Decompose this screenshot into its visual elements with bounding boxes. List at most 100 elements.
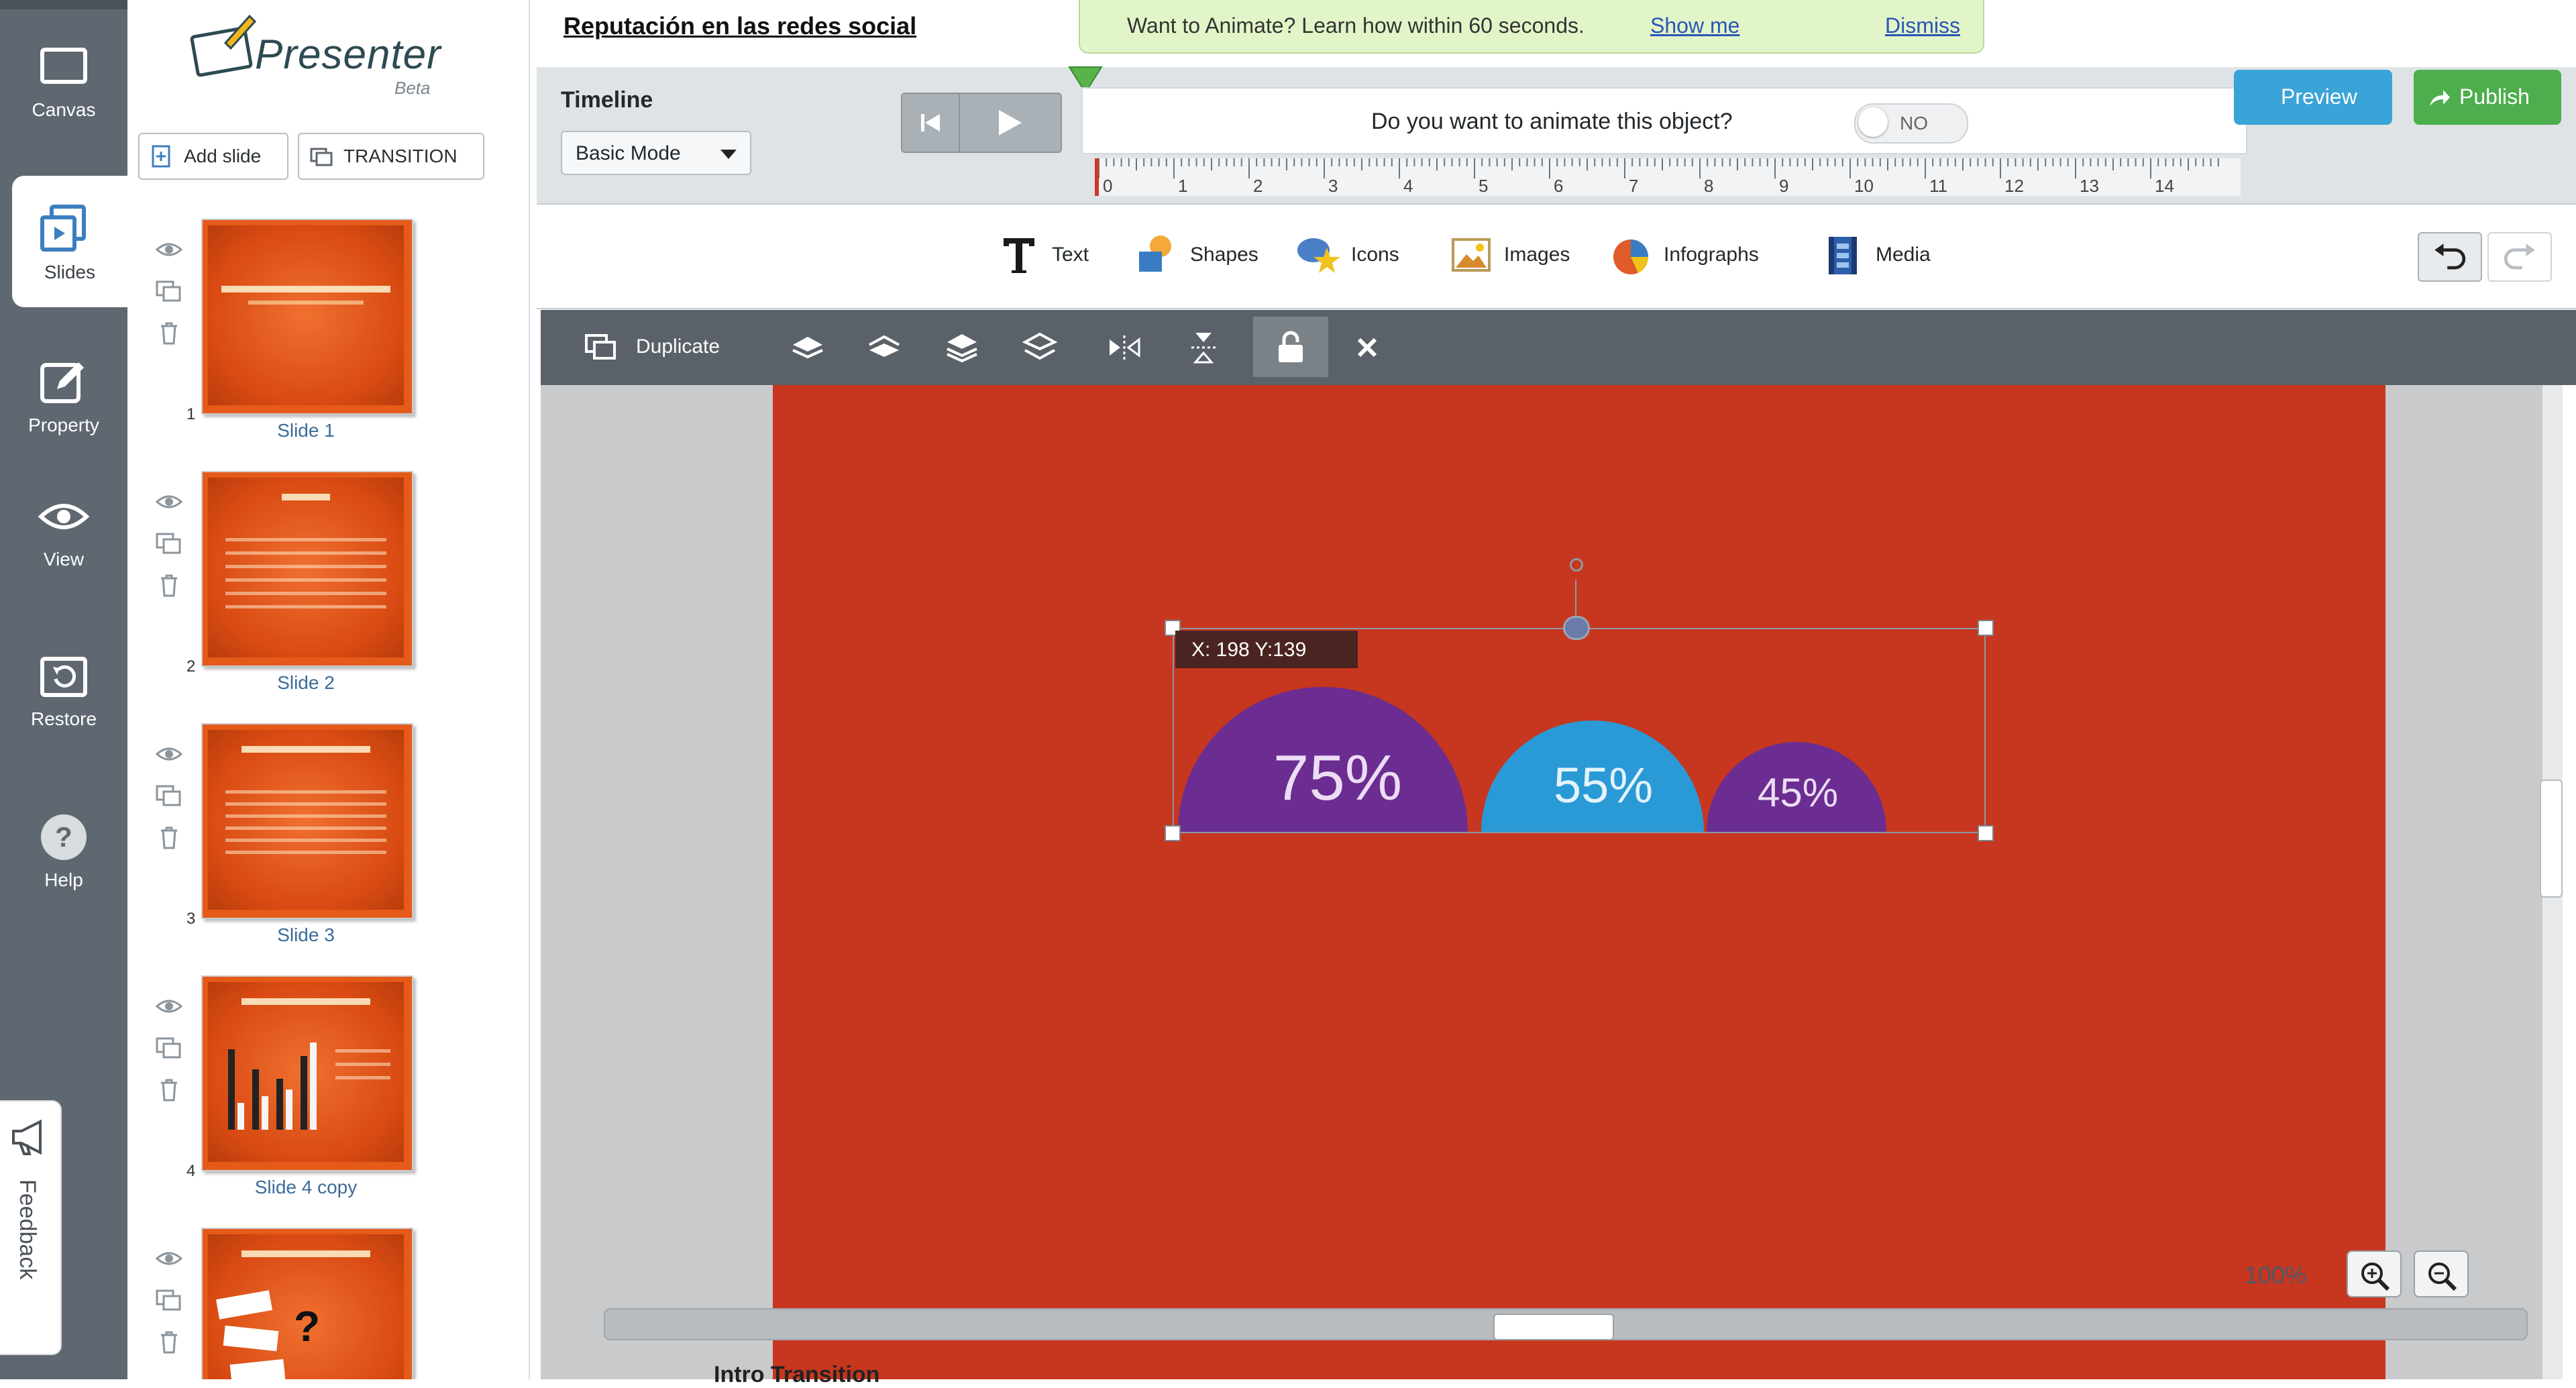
animate-question: Do you want to animate this object? xyxy=(1371,109,1733,134)
duplicate-icon[interactable] xyxy=(154,1033,184,1063)
trash-icon[interactable] xyxy=(154,570,184,600)
bring-forward-button[interactable] xyxy=(865,317,903,377)
horizontal-scroll-thumb[interactable] xyxy=(1493,1314,1614,1340)
add-slide-button[interactable]: Add slide xyxy=(138,133,288,180)
duplicate-icon[interactable] xyxy=(154,1285,184,1315)
vertical-scroll-thumb[interactable] xyxy=(2540,780,2563,898)
trash-icon[interactable] xyxy=(154,318,184,348)
eye-icon[interactable] xyxy=(154,1244,184,1273)
send-backward-button[interactable] xyxy=(943,317,981,377)
resize-handle-bottom-right[interactable] xyxy=(1978,825,1994,841)
slide-thumb-row[interactable]: 2 Slide 2 xyxy=(148,471,483,723)
feedback-tab[interactable]: Feedback xyxy=(0,1100,62,1355)
ruler-label: 10 xyxy=(1854,176,1874,196)
resize-handle-bottom-left[interactable] xyxy=(1165,825,1181,841)
nav-slides[interactable]: Slides xyxy=(12,176,127,307)
preview-button[interactable]: Preview xyxy=(2234,70,2392,125)
add-slide-icon xyxy=(152,145,170,168)
slide-number: 3 xyxy=(186,910,196,928)
zoom-out-button[interactable] xyxy=(2414,1250,2469,1297)
show-me-link[interactable]: Show me xyxy=(1650,13,1739,38)
transition-button[interactable]: TRANSITION xyxy=(298,133,484,180)
send-to-back-button[interactable] xyxy=(1021,317,1059,377)
ruler-label: 5 xyxy=(1479,176,1488,196)
trash-icon[interactable] xyxy=(154,1327,184,1356)
duplicate-icon[interactable] xyxy=(154,529,184,558)
rotation-handle[interactable] xyxy=(1570,558,1583,572)
logo-mark-icon xyxy=(185,12,259,86)
slide-thumbnail[interactable] xyxy=(201,975,413,1171)
rewind-button[interactable] xyxy=(902,94,960,152)
coordinates-tooltip: X: 198 Y:139 xyxy=(1175,631,1358,668)
insert-images-button[interactable]: Images xyxy=(1448,228,1570,282)
nav-help[interactable]: ? Help xyxy=(0,784,127,924)
insert-icons-button[interactable]: Icons xyxy=(1295,228,1399,282)
nav-restore[interactable]: Restore xyxy=(0,623,127,763)
slide-thumb-row[interactable]: 1 Slide 1 xyxy=(148,219,483,470)
flip-vertical-button[interactable] xyxy=(1185,317,1222,377)
transition-label: TRANSITION xyxy=(343,146,458,166)
insert-shapes-button[interactable]: Shapes xyxy=(1134,228,1258,282)
lock-button[interactable] xyxy=(1253,317,1328,377)
bring-front-icon xyxy=(792,337,823,359)
toggle-state: NO xyxy=(1900,113,1928,134)
zoom-in-button[interactable] xyxy=(2347,1250,2402,1297)
send-back-icon xyxy=(1022,332,1058,360)
duplicate-icon[interactable] xyxy=(154,276,184,306)
eye-icon[interactable] xyxy=(154,235,184,264)
slide-thumbnail[interactable]: ? xyxy=(201,1228,413,1379)
nav-property[interactable]: Property xyxy=(0,329,127,470)
eye-icon[interactable] xyxy=(154,992,184,1021)
slide-thumbnail[interactable] xyxy=(201,471,413,667)
eye-icon[interactable] xyxy=(154,739,184,769)
insert-images-label: Images xyxy=(1504,244,1570,266)
dismiss-link[interactable]: Dismiss xyxy=(1885,13,1960,38)
slide-thumbnail[interactable] xyxy=(201,219,413,415)
slide-thumb-row[interactable]: 3 Slide 3 xyxy=(148,723,483,975)
duplicate-icon[interactable] xyxy=(154,781,184,810)
eye-icon[interactable] xyxy=(154,487,184,517)
coordinates-text: X: 198 Y:139 xyxy=(1191,639,1307,661)
publish-button[interactable]: Publish xyxy=(2414,70,2561,125)
insert-infographs-button[interactable]: Infographs xyxy=(1607,228,1759,282)
duplicate-button[interactable]: Duplicate xyxy=(582,317,741,377)
object-toolbar xyxy=(541,310,2576,385)
notification-message: Want to Animate? Learn how within 60 sec… xyxy=(1127,13,1585,38)
slide-thumbnail[interactable] xyxy=(201,723,413,919)
flip-horizontal-button[interactable] xyxy=(1106,317,1143,377)
timeline-ruler[interactable]: 0 1 2 3 4 5 6 7 8 9 10 11 12 13 14 xyxy=(1095,158,2241,196)
nav-slides-label: Slides xyxy=(44,262,96,282)
bring-to-front-button[interactable] xyxy=(789,317,826,377)
trash-icon[interactable] xyxy=(154,1075,184,1104)
nav-property-label: Property xyxy=(28,415,99,435)
document-title[interactable]: Reputación en las redes social xyxy=(564,12,916,40)
slide-canvas[interactable] xyxy=(773,385,2385,1379)
ruler-label: 0 xyxy=(1103,176,1112,196)
play-button[interactable] xyxy=(959,94,1061,152)
close-object-toolbar-button[interactable] xyxy=(1348,317,1386,377)
timeline-mode-select[interactable]: Basic Mode xyxy=(561,131,751,175)
logo-edition: Beta xyxy=(394,78,431,98)
insert-media-button[interactable]: Media xyxy=(1819,228,1931,282)
slide-thumb-row[interactable]: ? xyxy=(148,1228,483,1379)
ruler-label: 1 xyxy=(1178,176,1187,196)
toggle-knob xyxy=(1858,107,1888,137)
insert-media-label: Media xyxy=(1876,244,1931,266)
playhead-line xyxy=(1095,158,1099,196)
slide-thumb-row[interactable]: 4 Slide 4 copy xyxy=(148,975,483,1227)
move-handle[interactable] xyxy=(1563,616,1590,640)
ruler-label: 6 xyxy=(1554,176,1563,196)
nav-canvas-label: Canvas xyxy=(32,99,96,120)
undo-button[interactable] xyxy=(2418,232,2482,282)
play-icon xyxy=(999,110,1022,136)
resize-handle-top-right[interactable] xyxy=(1978,620,1994,636)
insert-text-button[interactable]: Text xyxy=(996,228,1089,282)
duplicate-icon xyxy=(585,334,616,360)
nav-canvas[interactable]: Canvas xyxy=(0,13,127,154)
animate-notification: Want to Animate? Learn how within 60 sec… xyxy=(1079,0,1984,54)
redo-button[interactable] xyxy=(2487,232,2552,282)
animate-toggle[interactable]: NO xyxy=(1854,103,1968,144)
nav-view[interactable]: View xyxy=(0,463,127,604)
trash-icon[interactable] xyxy=(154,822,184,852)
add-slide-label: Add slide xyxy=(184,146,262,166)
